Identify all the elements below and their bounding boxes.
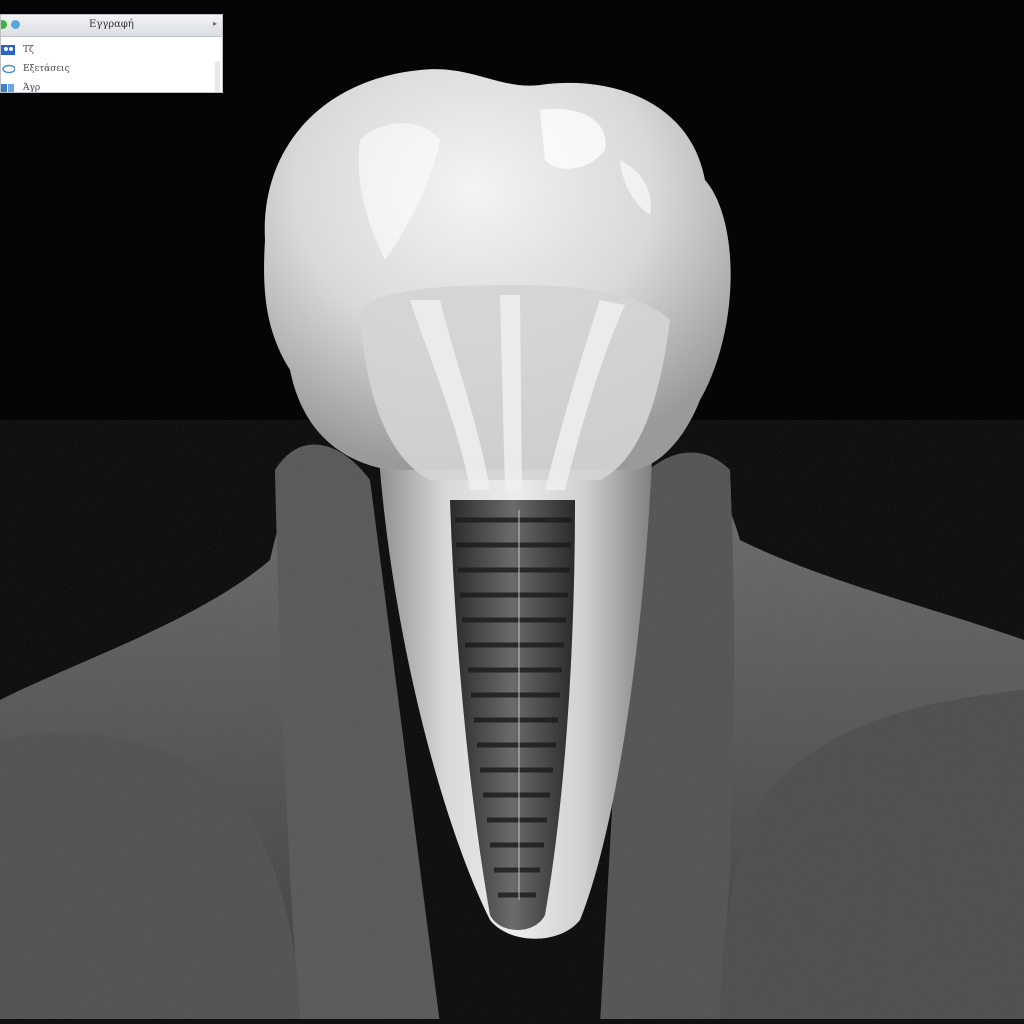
people-icon: [1, 44, 15, 55]
scan-icon: [2, 64, 15, 73]
mini-panel-item-3[interactable]: Άγρ: [1, 78, 222, 93]
mini-panel-item-label: Τζ: [23, 44, 34, 55]
bottom-edge-strip: [0, 1019, 1024, 1024]
mini-panel-title: Εγγραφή: [89, 19, 134, 30]
mini-panel-item-1[interactable]: Τζ: [1, 40, 222, 59]
chevron-right-icon[interactable]: ▸: [213, 19, 217, 28]
mini-panel-scrollbar[interactable]: [215, 61, 220, 92]
mini-tool-panel[interactable]: Εγγραφή ▸ Τζ Εξετάσεις Άγρ: [0, 14, 223, 93]
mini-panel-item-2[interactable]: Εξετάσεις: [1, 59, 222, 78]
xray-viewport[interactable]: [0, 0, 1024, 1024]
mini-panel-titlebar[interactable]: Εγγραφή ▸: [1, 15, 222, 37]
dental-xray-image: [0, 0, 1024, 1024]
mini-panel-list: Τζ Εξετάσεις Άγρ: [1, 37, 222, 93]
mini-panel-item-label: Άγρ: [23, 82, 41, 93]
mini-panel-item-label: Εξετάσεις: [23, 63, 70, 74]
layers-icon: [1, 83, 14, 92]
